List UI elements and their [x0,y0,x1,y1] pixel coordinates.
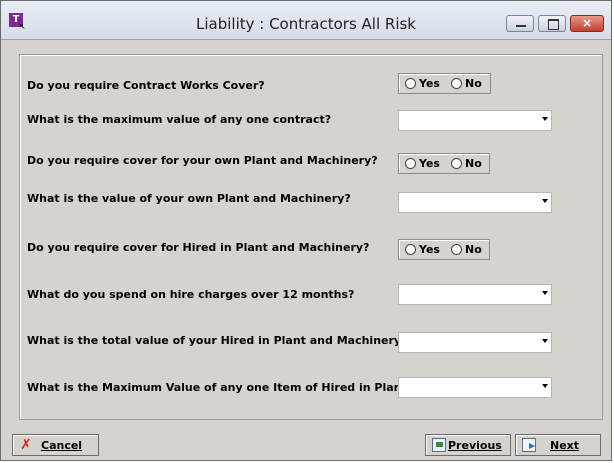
chevron-down-icon[interactable] [542,199,548,203]
radio-group-hired-plant-cover: Yes No [398,239,490,260]
combo-max-item-value[interactable] [398,377,552,398]
close-icon: × [581,16,593,30]
next-label: Next [550,439,580,452]
radio-yes[interactable]: Yes [405,243,440,256]
previous-page-icon [432,438,446,452]
maximize-button[interactable] [538,15,566,32]
radio-no[interactable]: No [451,243,482,256]
chevron-down-icon[interactable] [542,384,548,388]
combo-own-plant-value[interactable] [398,192,552,213]
question-panel [19,54,603,420]
radio-group-own-plant-cover: Yes No [398,153,490,174]
minimize-button[interactable] [506,15,534,32]
question-label-own-plant-value: What is the value of your own Plant and … [27,192,351,205]
radio-no[interactable]: No [451,157,482,170]
radio-circle-icon [405,78,416,89]
previous-label: Previous [448,439,502,452]
title-bar[interactable]: T ↖ Liability : Contractors All Risk × [1,1,611,40]
minimize-icon [516,25,526,27]
question-label-hired-plant-cover: Do you require cover for Hired in Plant … [27,241,370,254]
chevron-down-icon[interactable] [542,339,548,343]
radio-circle-icon [405,158,416,169]
dialog-window: T ↖ Liability : Contractors All Risk × D… [0,0,612,461]
cancel-button[interactable]: ✗ Cancel [12,434,99,456]
radio-circle-icon [405,244,416,255]
maximize-icon [548,19,559,30]
question-label-contract-works: Do you require Contract Works Cover? [27,79,265,92]
cancel-label: Cancel [41,439,83,452]
radio-label: No [465,157,482,170]
radio-circle-icon [451,158,462,169]
cancel-x-icon: ✗ [20,437,32,453]
radio-circle-icon [451,244,462,255]
chevron-down-icon[interactable] [542,117,548,121]
radio-label: No [465,243,482,256]
question-label-own-plant-cover: Do you require cover for your own Plant … [27,154,378,167]
question-label-max-item-value: What is the Maximum Value of any one Ite… [27,381,414,394]
question-label-hired-plant-total: What is the total value of your Hired in… [27,334,408,347]
combo-hired-plant-total[interactable] [398,332,552,353]
radio-yes[interactable]: Yes [405,77,440,90]
radio-label: No [465,77,482,90]
next-page-icon [522,438,536,452]
combo-hire-charges[interactable] [398,284,552,305]
radio-no[interactable]: No [451,77,482,90]
chevron-down-icon[interactable] [542,291,548,295]
combo-max-contract-value[interactable] [398,110,552,131]
question-label-hire-charges: What do you spend on hire charges over 1… [27,288,355,301]
question-label-max-contract-value: What is the maximum value of any one con… [27,113,332,126]
radio-group-contract-works: Yes No [398,73,491,94]
radio-label: Yes [419,243,440,256]
radio-label: Yes [419,77,440,90]
previous-button[interactable]: Previous [425,434,511,456]
radio-circle-icon [451,78,462,89]
close-button[interactable]: × [570,15,604,32]
next-button[interactable]: Next [515,434,601,456]
radio-label: Yes [419,157,440,170]
radio-yes[interactable]: Yes [405,157,440,170]
